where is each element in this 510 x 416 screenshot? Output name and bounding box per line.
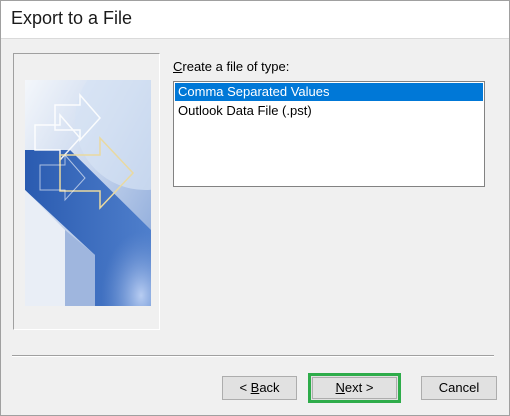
next-button-accel: N [335, 380, 345, 395]
back-button-text: ack [259, 380, 280, 395]
back-button-prefix: < [239, 380, 251, 395]
back-button[interactable]: < Back [222, 376, 297, 400]
file-type-listbox[interactable]: Comma Separated Values Outlook Data File… [173, 81, 485, 187]
list-item-pst[interactable]: Outlook Data File (.pst) [175, 102, 483, 120]
file-type-label: Create a file of type: [173, 59, 289, 74]
title-bar: Export to a File [1, 1, 509, 39]
cancel-button[interactable]: Cancel [421, 376, 497, 400]
wizard-art-frame [13, 53, 160, 330]
dialog-title: Export to a File [11, 8, 133, 28]
file-type-label-text: reate a file of type: [182, 59, 290, 74]
next-button-label: Next > [336, 380, 374, 395]
button-divider [12, 355, 494, 357]
file-type-label-accel: C [173, 59, 183, 74]
export-wizard-art-icon [25, 80, 151, 306]
export-dialog: Export to a File Create a file of type: … [0, 0, 510, 416]
next-button[interactable]: Next > [308, 373, 401, 403]
list-item-csv[interactable]: Comma Separated Values [175, 83, 483, 101]
next-button-text: ext > [344, 380, 374, 395]
dialog-content: Create a file of type: Comma Separated V… [1, 39, 509, 415]
